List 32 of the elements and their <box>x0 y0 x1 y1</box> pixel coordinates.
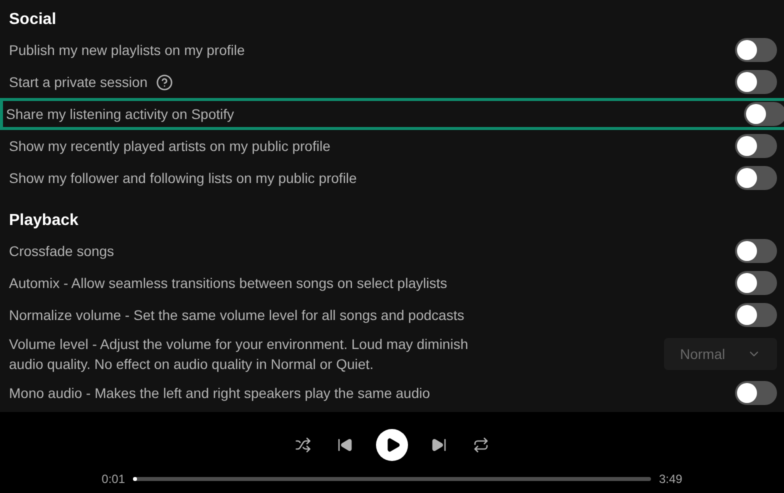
setting-label: Mono audio - Makes the left and right speakers play the same audio <box>9 384 430 403</box>
setting-label: Share my listening activity on Spotify <box>6 105 234 124</box>
next-icon <box>431 437 447 453</box>
setting-label: Automix - Allow seamless transitions between songs on select playlists <box>9 274 448 293</box>
setting-label: Publish my new playlists on my profile <box>9 41 245 60</box>
toggle-switch[interactable] <box>735 166 777 190</box>
previous-icon <box>337 437 353 453</box>
progress-track[interactable] <box>133 477 651 481</box>
setting-label: Volume level - Adjust the volume for your environment. Loud may diminish audio quality. No effect on audio quality in Normal or Quiet. <box>9 335 470 374</box>
focused-setting-row[interactable]: Share my listening activity on Spotify <box>0 98 784 130</box>
toggle-switch[interactable] <box>744 102 784 126</box>
toggle-switch[interactable] <box>735 271 777 295</box>
section-heading: Social <box>9 10 58 30</box>
setting-label: Show my recently played artists on my public profile <box>9 137 330 156</box>
help-icon[interactable] <box>156 74 173 90</box>
toggle-switch[interactable] <box>735 70 777 94</box>
shuffle-icon <box>295 437 311 453</box>
play-button[interactable] <box>376 429 408 461</box>
setting-label: Start a private session <box>9 73 148 92</box>
repeat-icon <box>473 437 489 453</box>
play-icon <box>385 437 401 453</box>
toggle-switch[interactable] <box>735 134 777 158</box>
duration-time: 3:49 <box>659 471 684 488</box>
toggle-switch[interactable] <box>735 38 777 62</box>
toggle-switch[interactable] <box>735 303 777 327</box>
setting-label: Crossfade songs <box>9 242 114 261</box>
setting-label: Show my follower and following lists on my public profile <box>9 169 357 188</box>
setting-label: Normalize volume - Set the same volume level for all songs and podcasts <box>9 306 464 325</box>
toggle-switch[interactable] <box>735 239 777 263</box>
elapsed-time: 0:01 <box>100 471 125 488</box>
toggle-switch[interactable] <box>735 381 777 405</box>
section-heading: Playback <box>9 211 80 231</box>
